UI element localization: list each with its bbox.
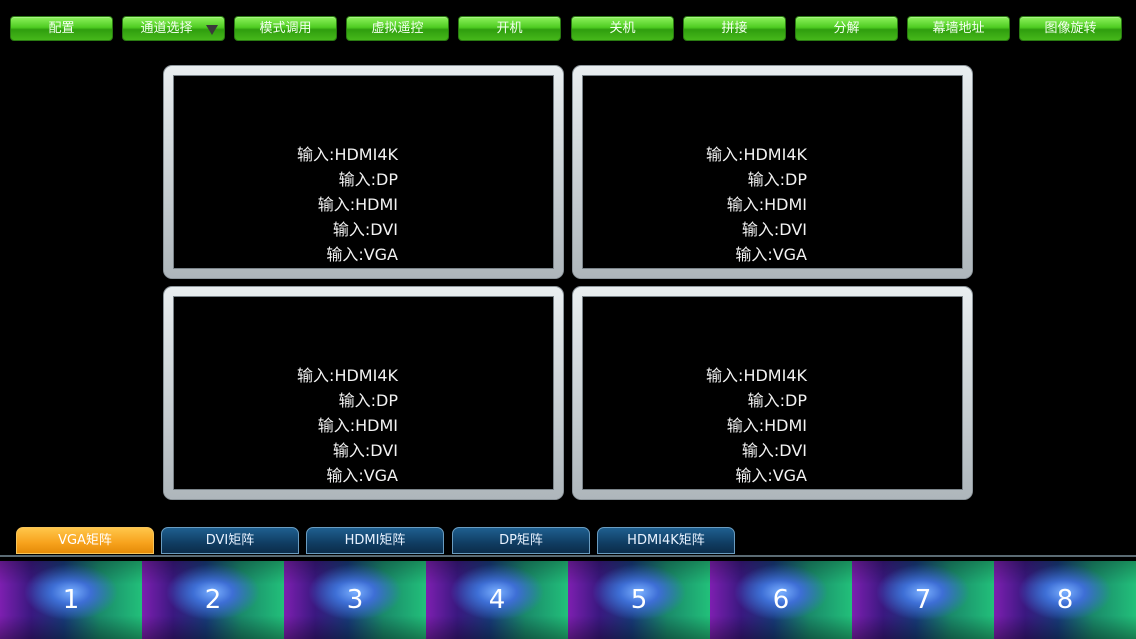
matrix-tab-bar: VGA矩阵 DVI矩阵 HDMI矩阵 DP矩阵 HDMI4K矩阵	[16, 527, 746, 555]
channel-number: 7	[914, 585, 932, 615]
input-hdmi-label: 输入:HDMI	[726, 195, 807, 214]
channel-select-label: 通道选择	[140, 21, 193, 36]
input-hdmi4k-label: 输入:HDMI4K	[297, 366, 398, 385]
input-vga-label: 输入:VGA	[735, 245, 807, 264]
channel-button-3[interactable]: 3	[284, 561, 426, 639]
tab-label: DVI矩阵	[205, 533, 255, 548]
tab-hdmi-matrix[interactable]: HDMI矩阵	[306, 527, 444, 554]
tab-label: HDMI4K矩阵	[627, 533, 705, 548]
input-vga-label: 输入:VGA	[326, 245, 398, 264]
screen-4[interactable]: 输入:HDMI4K 输入:DP 输入:HDMI 输入:DVI 输入:VGA	[573, 287, 972, 499]
split-label: 分解	[833, 21, 860, 36]
input-dvi-label: 输入:DVI	[332, 220, 398, 239]
top-toolbar: 配置 通道选择 模式调用 虚拟遥控 开机 关机 拼接 分解 幕墙地址 图像旋转	[10, 16, 1126, 42]
tab-dp-matrix[interactable]: DP矩阵	[452, 527, 590, 554]
channel-number: 8	[1056, 585, 1074, 615]
channel-button-1[interactable]: 1	[0, 561, 142, 639]
screen-2[interactable]: 输入:HDMI4K 输入:DP 输入:HDMI 输入:DVI 输入:VGA	[573, 66, 972, 278]
input-hdmi-label: 输入:HDMI	[317, 416, 398, 435]
channel-strip: 1 2 3 4 5 6 7 8	[0, 561, 1136, 639]
channel-number: 5	[630, 585, 648, 615]
splice-button[interactable]: 拼接	[683, 16, 786, 41]
splice-label: 拼接	[721, 21, 748, 36]
input-dvi-label: 输入:DVI	[741, 441, 807, 460]
tab-vga-matrix[interactable]: VGA矩阵	[16, 527, 154, 554]
channel-select-dropdown[interactable]: 通道选择	[122, 16, 225, 41]
virtual-remote-label: 虚拟遥控	[371, 21, 424, 36]
channel-number: 6	[772, 585, 790, 615]
input-hdmi-label: 输入:HDMI	[317, 195, 398, 214]
input-dp-label: 输入:DP	[338, 170, 398, 189]
input-vga-label: 输入:VGA	[326, 466, 398, 485]
config-button-label: 配置	[48, 21, 75, 36]
screen-input-list: 输入:HDMI4K 输入:DP 输入:HDMI 输入:DVI 输入:VGA	[582, 142, 807, 267]
mode-recall-button[interactable]: 模式调用	[234, 16, 337, 41]
input-vga-label: 输入:VGA	[735, 466, 807, 485]
input-dvi-label: 输入:DVI	[741, 220, 807, 239]
power-on-button[interactable]: 开机	[458, 16, 561, 41]
split-button[interactable]: 分解	[795, 16, 898, 41]
channel-number: 3	[346, 585, 364, 615]
input-dp-label: 输入:DP	[338, 391, 398, 410]
virtual-remote-button[interactable]: 虚拟遥控	[346, 16, 449, 41]
mode-recall-label: 模式调用	[259, 21, 312, 36]
tab-label: VGA矩阵	[58, 533, 112, 548]
wall-address-label: 幕墙地址	[932, 21, 985, 36]
channel-button-4[interactable]: 4	[426, 561, 568, 639]
screen-input-list: 输入:HDMI4K 输入:DP 输入:HDMI 输入:DVI 输入:VGA	[582, 363, 807, 488]
input-dp-label: 输入:DP	[747, 170, 807, 189]
power-off-label: 关机	[609, 21, 636, 36]
input-hdmi4k-label: 输入:HDMI4K	[706, 366, 807, 385]
tab-hdmi4k-matrix[interactable]: HDMI4K矩阵	[597, 527, 735, 554]
tab-label: HDMI矩阵	[344, 533, 406, 548]
channel-button-2[interactable]: 2	[142, 561, 284, 639]
input-dp-label: 输入:DP	[747, 391, 807, 410]
input-hdmi4k-label: 输入:HDMI4K	[297, 145, 398, 164]
channel-button-6[interactable]: 6	[710, 561, 852, 639]
dropdown-triangle-icon	[206, 25, 218, 35]
screen-input-list: 输入:HDMI4K 输入:DP 输入:HDMI 输入:DVI 输入:VGA	[173, 363, 398, 488]
channel-button-5[interactable]: 5	[568, 561, 710, 639]
screen-input-list: 输入:HDMI4K 输入:DP 输入:HDMI 输入:DVI 输入:VGA	[173, 142, 398, 267]
input-dvi-label: 输入:DVI	[332, 441, 398, 460]
config-button[interactable]: 配置	[10, 16, 113, 41]
input-hdmi4k-label: 输入:HDMI4K	[706, 145, 807, 164]
tab-divider	[0, 555, 1136, 557]
channel-number: 1	[62, 585, 80, 615]
screen-1[interactable]: 输入:HDMI4K 输入:DP 输入:HDMI 输入:DVI 输入:VGA	[164, 66, 563, 278]
image-rotate-button[interactable]: 图像旋转	[1019, 16, 1122, 41]
tab-label: DP矩阵	[499, 533, 543, 548]
power-on-label: 开机	[496, 21, 523, 36]
channel-number: 2	[204, 585, 222, 615]
channel-number: 4	[488, 585, 506, 615]
tab-dvi-matrix[interactable]: DVI矩阵	[161, 527, 299, 554]
input-hdmi-label: 输入:HDMI	[726, 416, 807, 435]
image-rotate-label: 图像旋转	[1044, 21, 1097, 36]
power-off-button[interactable]: 关机	[571, 16, 674, 41]
screen-3[interactable]: 输入:HDMI4K 输入:DP 输入:HDMI 输入:DVI 输入:VGA	[164, 287, 563, 499]
channel-button-7[interactable]: 7	[852, 561, 994, 639]
channel-button-8[interactable]: 8	[994, 561, 1136, 639]
wall-address-button[interactable]: 幕墙地址	[907, 16, 1010, 41]
